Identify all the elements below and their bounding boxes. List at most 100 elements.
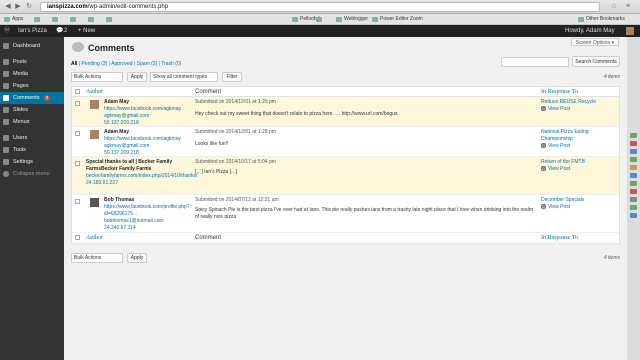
filter-all[interactable]: All [71, 61, 77, 67]
users-icon [3, 135, 9, 141]
author-email[interactable]: bobthomas1@hotmail.com [104, 218, 164, 224]
bookmark-weblogger[interactable]: Weblogger [336, 15, 368, 24]
search-input[interactable] [501, 57, 569, 67]
response-post-link[interactable]: Reduce REUSE Recycle [541, 99, 596, 105]
row-checkbox[interactable] [75, 101, 80, 106]
response-cell: National Pizza Eating Championship 0 View… [541, 129, 613, 150]
apply-button[interactable]: Apply [127, 72, 147, 82]
forward-icon[interactable]: ▶ [14, 3, 22, 11]
row-checkbox[interactable] [75, 199, 80, 204]
bookmark-item[interactable] [34, 15, 42, 24]
extension-icon[interactable] [630, 157, 637, 162]
author-url[interactable]: beckerfamilyfarms.com/index.php/2014/10/… [86, 173, 197, 179]
comments-bubble-icon[interactable]: 💬 [56, 25, 63, 37]
submitted-date[interactable]: Submitted on 2014/10/17 at 5:04 pm [195, 159, 535, 166]
column-response[interactable]: In Response To [541, 233, 578, 243]
bookmark-item[interactable] [316, 15, 324, 24]
sidebar-item-tools[interactable]: Tools [0, 144, 64, 156]
author-ip[interactable]: 50.137.209.218 [104, 150, 139, 156]
extension-icon[interactable] [630, 165, 637, 170]
response-post-link[interactable]: December Specials [541, 197, 584, 203]
comment-text: Looks like fun!! [195, 141, 229, 147]
extension-icon[interactable] [630, 213, 637, 218]
filter-spam[interactable]: Spam (3) [137, 61, 158, 67]
bulk-actions-select[interactable]: Bulk Actions [71, 253, 123, 263]
sidebar-item-slides[interactable]: Slides [0, 104, 64, 116]
extension-icon[interactable] [630, 205, 637, 210]
comment-type-select[interactable]: Show all comment types [150, 72, 218, 82]
sidebar-item-comments[interactable]: Comments 3 [0, 92, 64, 104]
author-ip[interactable]: 50.137.209.218 [104, 120, 139, 126]
sidebar-item-posts[interactable]: Posts [0, 56, 64, 68]
view-post-link[interactable]: View Post [548, 143, 570, 149]
star-icon[interactable]: ☆ [610, 3, 618, 11]
author-url[interactable]: https://www.facebook.com/profile.php?id=… [104, 204, 190, 217]
bookmark-apps[interactable]: Apps [4, 15, 23, 24]
bookmark-item[interactable] [88, 15, 96, 24]
extension-icon[interactable] [630, 181, 637, 186]
filter-trash[interactable]: Trash (0) [161, 61, 181, 67]
extension-icon[interactable] [630, 173, 637, 178]
sidebar-item-dashboard[interactable]: Dashboard [0, 40, 64, 52]
submitted-date[interactable]: Submitted on 2014/07/12 at 12:31 am [195, 197, 535, 204]
bookmark-power-editor[interactable]: Power Editor Zoom [372, 15, 423, 24]
author-ip[interactable]: 24.183.61.227 [86, 180, 118, 186]
response-post-link[interactable]: Return of the FMTB [541, 159, 585, 165]
column-author[interactable]: Author [86, 87, 103, 97]
address-bar[interactable]: ianspizza.com/wp-admin/edit-comments.php [40, 2, 600, 12]
bookmark-other[interactable]: Other Bookmarks [578, 15, 625, 24]
bookmark-icon [88, 17, 94, 22]
filter-pending[interactable]: Pending (3) [81, 61, 107, 67]
bookmark-item[interactable] [70, 15, 78, 24]
column-response[interactable]: In Response To [541, 87, 578, 97]
reload-icon[interactable]: ↻ [25, 3, 33, 11]
search-comments-button[interactable]: Search Comments [572, 56, 620, 67]
view-post-link[interactable]: View Post [548, 204, 570, 210]
sidebar-item-media[interactable]: Media [0, 68, 64, 80]
select-all-checkbox[interactable] [75, 235, 80, 240]
sidebar-item-settings[interactable]: Settings [0, 156, 64, 168]
extension-icon[interactable] [630, 197, 637, 202]
response-post-link[interactable]: National Pizza Eating Championship [541, 129, 589, 142]
menu-icon[interactable]: ≡ [624, 3, 632, 11]
row-checkbox[interactable] [75, 131, 80, 136]
new-content-button[interactable]: + New [78, 25, 95, 37]
bookmark-item[interactable] [52, 15, 60, 24]
screen-options-button[interactable]: Screen Options ▾ [570, 38, 619, 46]
select-all-checkbox[interactable] [75, 89, 80, 94]
filter-button[interactable]: Filter [222, 72, 242, 82]
author-url[interactable]: https://www.facebook.com/agkmay [104, 136, 181, 142]
bookmark-item[interactable] [106, 15, 114, 24]
comments-title-icon [72, 42, 84, 52]
extension-icon[interactable] [630, 149, 637, 154]
site-name[interactable]: Ian's Pizza [18, 25, 47, 37]
back-icon[interactable]: ◀ [4, 3, 12, 11]
author-ip[interactable]: 24.240.67.114 [104, 225, 136, 231]
settings-icon [3, 159, 9, 165]
avatar[interactable] [626, 27, 634, 35]
apply-button[interactable]: Apply [127, 253, 147, 263]
comment-author: Bob Thomas https://www.facebook.com/prof… [104, 197, 190, 232]
extension-icon[interactable] [630, 141, 637, 146]
sidebar-item-users[interactable]: Users [0, 132, 64, 144]
view-post-link[interactable]: View Post [548, 106, 570, 112]
bulk-actions-select[interactable]: Bulk Actions [71, 72, 123, 82]
submitted-date[interactable]: Submitted on 2014/12/01 at 1:29 pm [195, 99, 535, 106]
author-email[interactable]: agkmay@gmail.com [104, 113, 149, 119]
sidebar-item-pages[interactable]: Pages [0, 80, 64, 92]
extension-icon[interactable] [630, 189, 637, 194]
submitted-date[interactable]: Submitted on 2014/12/01 at 1:28 pm [195, 129, 535, 136]
wordpress-logo-icon[interactable]: Ⓦ [4, 25, 10, 37]
author-url[interactable]: https://www.facebook.com/agkmay [104, 106, 181, 112]
bookmarks-bar: Apps Pelloob.it Weblogger Power Editor Z… [0, 14, 640, 25]
row-checkbox[interactable] [75, 161, 80, 166]
collapse-menu[interactable]: Collapse menu [0, 168, 64, 180]
view-post-link[interactable]: View Post [548, 166, 570, 172]
admin-comments-count[interactable]: 2 [64, 25, 67, 37]
column-author[interactable]: Author [86, 233, 103, 243]
howdy-user[interactable]: Howdy, Adam May [565, 25, 615, 37]
sidebar-item-menus[interactable]: Menus [0, 116, 64, 128]
filter-approved[interactable]: Approved [111, 61, 132, 67]
author-email[interactable]: agkmay@gmail.com [104, 143, 149, 149]
extension-icon[interactable] [630, 133, 637, 138]
